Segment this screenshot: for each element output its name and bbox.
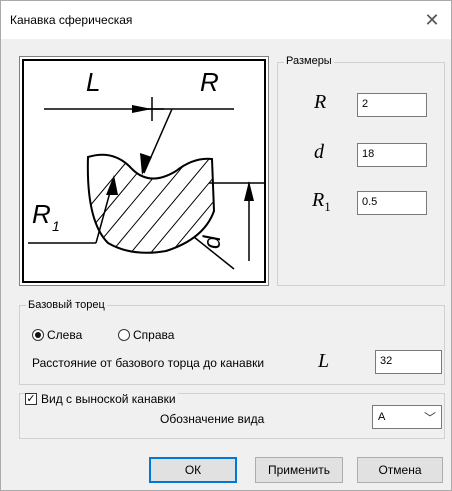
param-R1-symbol: R1 <box>312 189 331 214</box>
distance-input[interactable]: 32 <box>375 350 442 374</box>
chevron-down-icon: ﹀ <box>423 411 436 425</box>
label-R1-sub: 1 <box>52 218 60 234</box>
preview-frame: L R R 1 d <box>22 59 266 283</box>
radio-left[interactable]: Слева <box>32 328 82 342</box>
radio-right-dot[interactable] <box>118 329 130 341</box>
label-R1: R <box>32 199 51 229</box>
base-face-group-label: Базовый торец <box>26 299 107 311</box>
param-R-input[interactable]: 2 <box>357 93 427 117</box>
close-icon[interactable]: ✕ <box>421 9 443 31</box>
param-R-symbol: R <box>314 91 327 113</box>
distance-symbol: L <box>318 350 330 372</box>
label-R: R <box>200 67 219 97</box>
param-d-input[interactable]: 18 <box>357 143 427 167</box>
sizes-group: Размеры R 2 d 18 R1 0.5 <box>277 55 445 286</box>
view-checkbox-box[interactable]: ✓ <box>25 393 37 405</box>
apply-button[interactable]: Применить <box>255 457 343 483</box>
title-bar: Канавка сферическая ✕ <box>1 1 451 39</box>
radio-left-label: Слева <box>47 328 83 342</box>
designation-value: A <box>378 411 386 423</box>
groove-diagram: L R R 1 d <box>28 67 264 270</box>
radio-left-dot[interactable] <box>32 329 44 341</box>
groove-preview: L R R 1 d <box>19 56 269 286</box>
designation-label: Обозначение вида <box>160 412 265 426</box>
cancel-button[interactable]: Отмена <box>357 457 443 483</box>
view-checkbox-label: Вид с выноской канавки <box>41 392 176 406</box>
param-d-symbol: d <box>314 141 324 163</box>
view-checkbox[interactable]: ✓ Вид с выноской канавки <box>25 392 178 406</box>
label-d: d <box>199 235 226 249</box>
designation-select[interactable]: A ﹀ <box>372 405 442 429</box>
radio-right-label: Справа <box>133 328 175 342</box>
base-face-group: Базовый торец Слева Справа Расстояние от… <box>19 299 445 385</box>
sizes-group-label: Размеры <box>284 55 334 67</box>
distance-label: Расстояние от базового торца до канавки <box>32 356 265 370</box>
radio-right[interactable]: Справа <box>118 328 174 342</box>
param-R1-input[interactable]: 0.5 <box>357 191 427 215</box>
ok-button[interactable]: ОК <box>149 457 237 483</box>
dialog-window: Канавка сферическая ✕ L R R 1 d Размеры … <box>0 0 452 491</box>
label-L: L <box>86 67 100 97</box>
window-title: Канавка сферическая <box>10 13 133 27</box>
